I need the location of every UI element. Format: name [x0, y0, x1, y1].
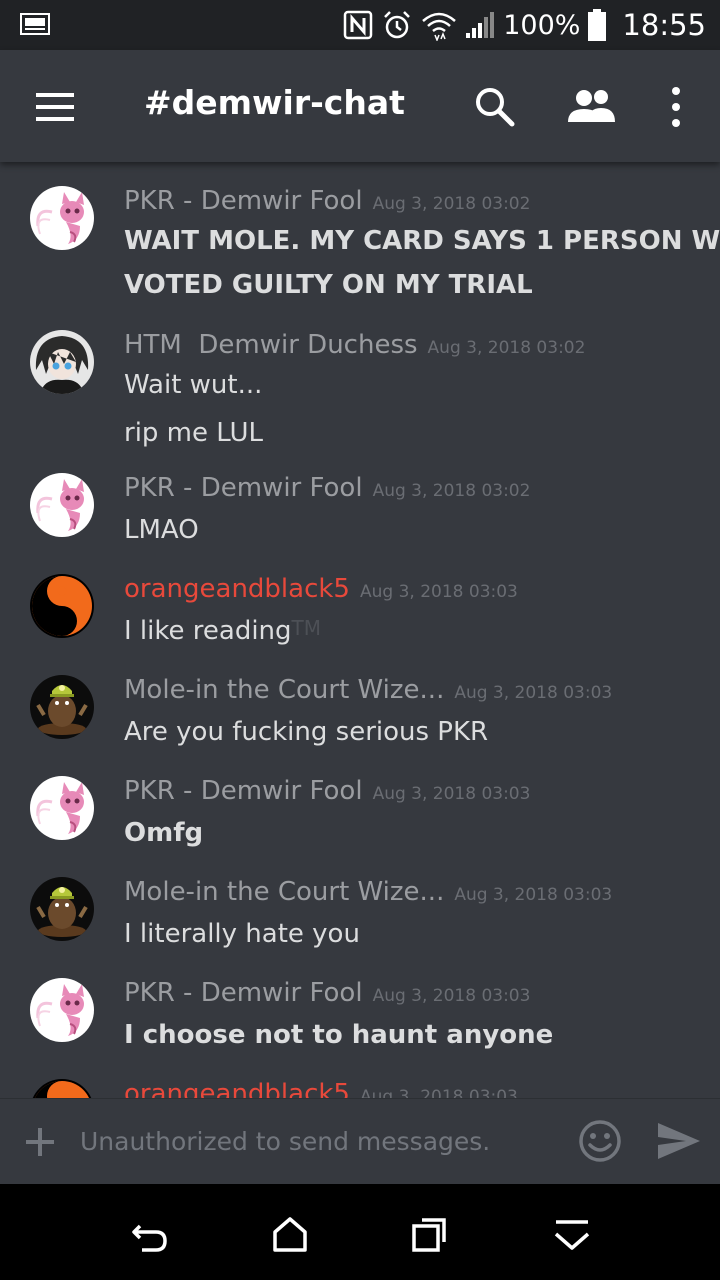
message-text: WAIT MOLE. MY CARD SAYS 1 PERSON WHO	[124, 226, 720, 256]
recent-apps-icon[interactable]	[410, 1214, 450, 1254]
message-timestamp: Aug 3, 2018 03:02	[372, 481, 531, 501]
message-timestamp: Aug 3, 2018 03:03	[372, 784, 531, 804]
avatar-yin-yang[interactable]	[30, 1079, 94, 1098]
message-input-bar: Unauthorized to send messages.	[0, 1098, 720, 1185]
message-list[interactable]: PKR - Demwir Fool Aug 3, 2018 03:02 WAIT …	[0, 162, 720, 1098]
add-attachment-icon[interactable]	[24, 1126, 56, 1158]
message-header: Mole-in the Court Wize... Aug 3, 2018 03:…	[124, 877, 612, 907]
avatar-pink-character[interactable]	[30, 186, 94, 250]
message-text: Are you fucking serious PKR	[124, 717, 489, 747]
pink-character-icon	[30, 186, 94, 250]
miner-mole-icon	[30, 675, 94, 739]
message-header: Mole-in the Court Wize... Aug 3, 2018 03:…	[124, 675, 612, 705]
message-text-body: I like reading	[124, 616, 292, 646]
message-header: PKR - Demwir Fool Aug 3, 2018 03:02	[124, 186, 530, 216]
message-header: PKR - Demwir Fool Aug 3, 2018 03:03	[124, 776, 530, 806]
wifi-icon	[422, 12, 457, 41]
trademark-superscript: TM	[291, 616, 322, 640]
author-name[interactable]: Mole-in the Court Wize...	[124, 675, 444, 705]
more-options-icon[interactable]	[668, 86, 684, 128]
message-text: I like readingTM	[124, 616, 321, 646]
status-clock: 18:55	[622, 8, 706, 42]
message-timestamp: Aug 3, 2018 03:03	[372, 986, 531, 1006]
message-header: orangeandblack5 Aug 3, 2018 03:03	[124, 574, 518, 604]
message-timestamp: Aug 3, 2018 03:02	[427, 338, 586, 358]
system-navigation-bar	[0, 1184, 720, 1280]
author-name[interactable]: orangeandblack5	[124, 1079, 350, 1098]
author-name[interactable]: PKR - Demwir Fool	[124, 978, 363, 1008]
pink-character-icon	[30, 776, 94, 840]
message-header: PKR - Demwir Fool Aug 3, 2018 03:03	[124, 978, 530, 1008]
avatar-miner-mole[interactable]	[30, 675, 94, 739]
avatar-anime-character[interactable]	[30, 330, 94, 394]
author-name[interactable]: HTM Demwir Duchess	[124, 330, 418, 360]
pink-character-icon	[30, 473, 94, 537]
avatar-yin-yang[interactable]	[30, 574, 94, 638]
message-timestamp: Aug 3, 2018 03:03	[359, 1087, 518, 1098]
message-timestamp: Aug 3, 2018 03:03	[454, 683, 613, 703]
status-bar: 100% 18:55	[0, 0, 720, 50]
discord-chat-screen: 100% 18:55 #demwir-chat PKR - Demwir Foo…	[0, 0, 720, 1280]
miner-mole-icon	[30, 877, 94, 941]
channel-header: #demwir-chat	[0, 50, 720, 162]
nfc-icon	[343, 10, 373, 40]
author-name[interactable]: PKR - Demwir Fool	[124, 776, 363, 806]
message-text: LMAO	[124, 515, 199, 545]
yin-yang-icon	[30, 1079, 94, 1098]
pink-character-icon	[30, 978, 94, 1042]
author-name[interactable]: PKR - Demwir Fool	[124, 186, 363, 216]
hide-navigation-icon[interactable]	[552, 1214, 592, 1254]
alarm-icon	[384, 11, 411, 39]
message-header: HTM Demwir Duchess Aug 3, 2018 03:02	[124, 330, 585, 360]
anime-character-icon	[30, 330, 94, 394]
author-name[interactable]: PKR - Demwir Fool	[124, 473, 363, 503]
message-text: I choose not to haunt anyone	[124, 1020, 554, 1050]
emoji-icon[interactable]	[578, 1119, 622, 1163]
hamburger-menu-icon[interactable]	[36, 92, 76, 122]
message-input-placeholder[interactable]: Unauthorized to send messages.	[80, 1127, 490, 1156]
battery-percentage: 100%	[503, 9, 581, 41]
message-timestamp: Aug 3, 2018 03:03	[454, 885, 613, 905]
search-icon[interactable]	[474, 86, 516, 128]
avatar-miner-mole[interactable]	[30, 877, 94, 941]
message-text: Omfg	[124, 818, 204, 848]
yin-yang-icon	[30, 574, 94, 638]
message-timestamp: Aug 3, 2018 03:03	[359, 582, 518, 602]
author-name[interactable]: Mole-in the Court Wize...	[124, 877, 444, 907]
message-text: VOTED GUILTY ON MY TRIAL	[124, 270, 533, 300]
gallery-notification-icon	[20, 13, 50, 35]
avatar-pink-character[interactable]	[30, 978, 94, 1042]
channel-title: #demwir-chat	[144, 83, 405, 122]
author-name[interactable]: orangeandblack5	[124, 574, 350, 604]
message-text: Wait wut...	[124, 370, 263, 400]
message-text: I literally hate you	[124, 919, 360, 949]
avatar-pink-character[interactable]	[30, 776, 94, 840]
home-icon[interactable]	[270, 1214, 310, 1254]
send-icon[interactable]	[656, 1121, 702, 1161]
battery-icon	[588, 9, 607, 41]
signal-icon	[466, 12, 495, 38]
avatar-pink-character[interactable]	[30, 473, 94, 537]
message-text: rip me LUL	[124, 418, 263, 448]
members-icon[interactable]	[568, 88, 616, 124]
back-icon[interactable]	[130, 1214, 170, 1254]
message-header: orangeandblack5 Aug 3, 2018 03:03	[124, 1079, 518, 1098]
message-header: PKR - Demwir Fool Aug 3, 2018 03:02	[124, 473, 530, 503]
message-timestamp: Aug 3, 2018 03:02	[372, 194, 531, 214]
